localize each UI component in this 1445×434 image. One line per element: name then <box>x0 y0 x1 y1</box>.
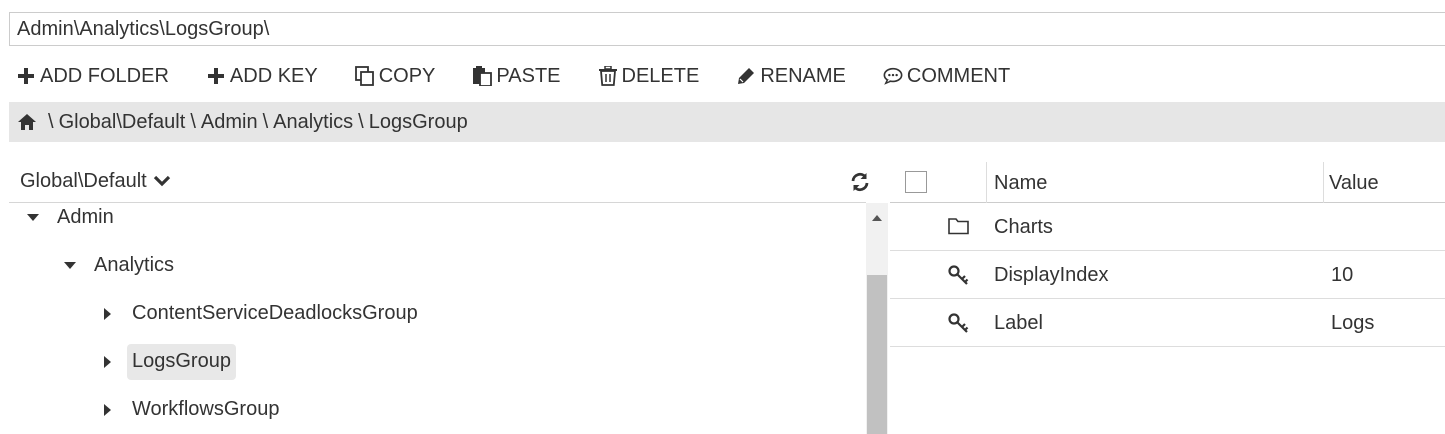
breadcrumb-item[interactable]: Global\Default <box>59 111 186 134</box>
tree-node-label: ContentServiceDeadlocksGroup <box>132 302 418 324</box>
tree-scrollbar[interactable] <box>866 203 888 434</box>
trash-icon <box>598 65 618 87</box>
caret-right-icon[interactable] <box>100 402 116 418</box>
tree-header: Global\Default <box>9 160 869 203</box>
breadcrumb-item[interactable]: Admin <box>201 111 258 134</box>
add-key-button[interactable]: ADD KEY <box>206 65 318 88</box>
grid-row-displayindex[interactable]: DisplayIndex 10 <box>890 251 1445 299</box>
column-header-value[interactable]: Value <box>1329 172 1379 195</box>
select-all-checkbox[interactable] <box>905 171 927 193</box>
breadcrumb-separator: \ <box>48 110 54 133</box>
rename-button[interactable]: RENAME <box>736 65 846 88</box>
copy-label: COPY <box>378 64 436 87</box>
delete-label: DELETE <box>621 64 700 87</box>
paste-label: PASTE <box>496 64 561 87</box>
key-icon <box>948 313 970 333</box>
rename-label: RENAME <box>760 64 846 87</box>
column-divider[interactable] <box>1323 162 1324 203</box>
tree-node-label: Analytics <box>94 254 175 276</box>
root-selector-label[interactable]: Global\Default <box>20 170 147 193</box>
column-divider[interactable] <box>986 162 987 203</box>
grid-row-label[interactable]: Label Logs <box>890 299 1445 347</box>
properties-grid: Name Value Charts DisplayIndex 10 Label … <box>890 162 1445 347</box>
caret-down-icon[interactable] <box>25 210 41 226</box>
add-folder-label: ADD FOLDER <box>40 64 169 87</box>
grid-cell-name: Label <box>994 312 1043 334</box>
tree-node-logsgroup[interactable]: LogsGroup <box>100 343 236 381</box>
paste-icon <box>472 65 493 87</box>
caret-down-icon[interactable] <box>62 258 78 274</box>
breadcrumb: \ Global\Default \ Admin \ Analytics \ L… <box>9 102 1445 142</box>
grid-header: Name Value <box>890 162 1445 203</box>
delete-button[interactable]: DELETE <box>598 64 700 88</box>
refresh-icon[interactable] <box>850 172 870 192</box>
add-key-label: ADD KEY <box>229 64 318 87</box>
path-input[interactable]: Admin\Analytics\LogsGroup\ <box>9 12 1445 46</box>
folder-icon <box>948 217 969 235</box>
copy-icon <box>354 65 375 87</box>
breadcrumb-item[interactable]: Analytics <box>273 111 353 134</box>
grid-cell-name: Charts <box>994 216 1053 238</box>
breadcrumb-separator: \ <box>358 110 364 133</box>
tree-node-workflowsgroup[interactable]: WorkflowsGroup <box>100 391 284 429</box>
tree-node-label: LogsGroup <box>127 344 236 380</box>
tree-node-label: Admin <box>57 206 114 228</box>
tree-panel: Global\Default Admin Analytics ContentSe… <box>9 160 869 434</box>
breadcrumb-separator: \ <box>262 110 269 133</box>
tree-node-analytics[interactable]: Analytics <box>62 247 179 285</box>
tree-node-contentservicedeadlocksgroup[interactable]: ContentServiceDeadlocksGroup <box>100 295 423 333</box>
key-icon <box>948 265 970 285</box>
tree-node-admin[interactable]: Admin <box>25 199 119 237</box>
comment-button[interactable]: COMMENT <box>883 65 1010 88</box>
breadcrumb-item[interactable]: LogsGroup <box>369 111 468 134</box>
home-icon[interactable] <box>17 113 37 131</box>
add-folder-button[interactable]: ADD FOLDER <box>16 65 169 88</box>
scroll-thumb[interactable] <box>867 275 887 434</box>
pencil-icon <box>736 65 756 87</box>
column-header-name[interactable]: Name <box>994 172 1047 195</box>
grid-cell-name: DisplayIndex <box>994 264 1109 286</box>
grid-row-charts[interactable]: Charts <box>890 203 1445 251</box>
tree-node-label: WorkflowsGroup <box>132 398 280 420</box>
plus-icon <box>206 65 226 87</box>
breadcrumb-separator: \ <box>190 110 196 133</box>
plus-icon <box>16 65 36 87</box>
comment-icon <box>883 65 903 87</box>
grid-cell-value: Logs <box>1331 312 1375 334</box>
comment-label: COMMENT <box>906 64 1011 87</box>
paste-button[interactable]: PASTE <box>472 64 561 88</box>
grid-cell-value: 10 <box>1331 264 1354 286</box>
caret-right-icon[interactable] <box>100 306 116 322</box>
scroll-up-arrow-icon[interactable] <box>866 207 888 227</box>
copy-button[interactable]: COPY <box>354 64 436 88</box>
chevron-down-icon[interactable] <box>153 174 171 188</box>
caret-right-icon[interactable] <box>100 354 116 370</box>
toolbar: ADD FOLDER ADD KEY COPY PASTE DELETE REN… <box>16 58 1047 94</box>
